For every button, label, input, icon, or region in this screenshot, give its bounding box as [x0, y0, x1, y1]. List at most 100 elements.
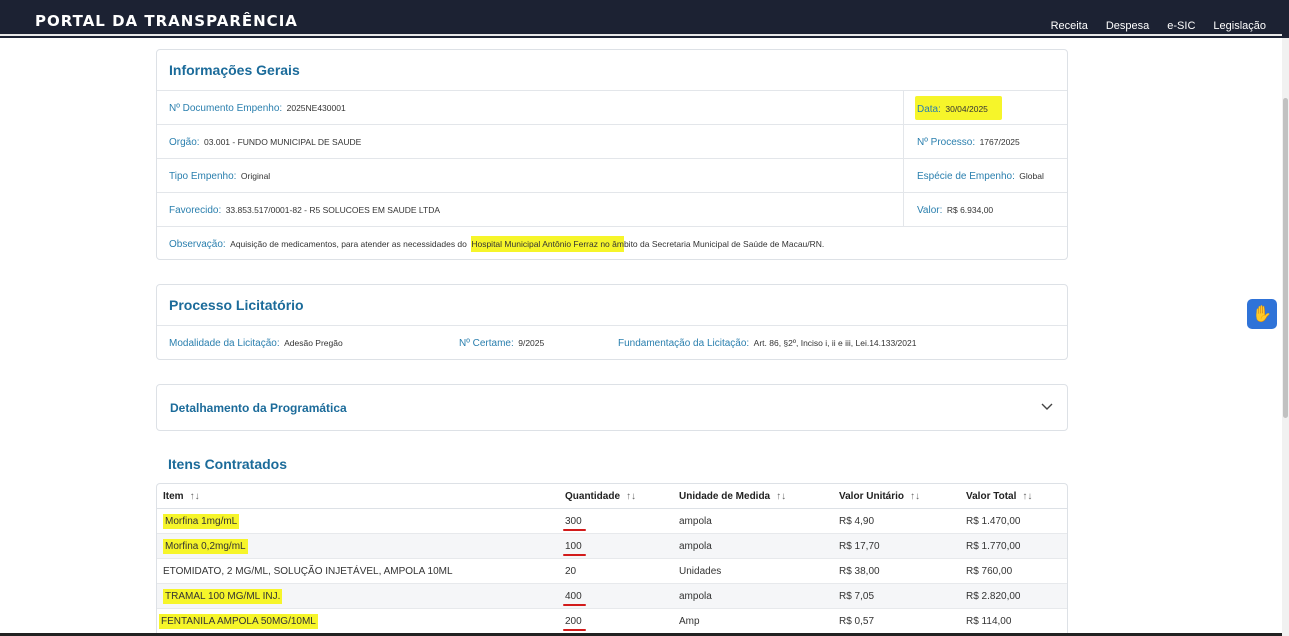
info-row-favorecido: Favorecido: 33.853.517/0001-82 - R5 SOLU… — [157, 192, 1067, 227]
divider — [903, 159, 904, 193]
item-unidade: ampola — [679, 591, 712, 602]
processo-value: 1767/2025 — [979, 137, 1020, 147]
divider — [903, 125, 904, 159]
item-quantidade: 300 — [563, 516, 586, 531]
col-quantidade-label: Quantidade — [565, 491, 621, 502]
col-item-label: Item — [163, 491, 184, 502]
item-unidade: Amp — [679, 616, 700, 627]
obs-text-highlight: Hospital Municipal Antônio Ferraz no âm — [471, 236, 624, 252]
orgao-value: 03.001 - FUNDO MUNICIPAL DE SAUDE — [204, 137, 362, 147]
sort-icon[interactable]: ↑↓ — [1022, 491, 1032, 502]
table-row: FENTANILA AMPOLA 50MG/10ML 200 Amp R$ 0,… — [157, 609, 1067, 634]
documento-value: 2025NE430001 — [286, 103, 346, 113]
scrollbar-thumb[interactable] — [1283, 98, 1288, 418]
info-row-tipo: Tipo Empenho: Original Espécie de Empenh… — [157, 158, 1067, 193]
modalidade-label: Modalidade da Licitação: — [169, 337, 280, 349]
sort-icon[interactable]: ↑↓ — [190, 491, 200, 502]
divider — [903, 193, 904, 227]
info-row-orgao: Orgão: 03.001 - FUNDO MUNICIPAL DE SAUDE… — [157, 124, 1067, 159]
table-row: Morfina 1mg/mL 300 ampola R$ 4,90 R$ 1.4… — [157, 509, 1067, 534]
fundamentacao-label: Fundamentação da Licitação: — [618, 337, 750, 349]
table-row: TRAMAL 100 MG/ML INJ. 400 ampola R$ 7,05… — [157, 584, 1067, 609]
item-name: FENTANILA AMPOLA 50MG/10ML — [159, 614, 318, 629]
tipo-label: Tipo Empenho: — [169, 170, 237, 182]
info-card: Informações Gerais Nº Documento Empenho:… — [156, 49, 1068, 260]
modalidade-value: Adesão Pregão — [284, 338, 343, 348]
item-quantidade: 400 — [563, 591, 586, 606]
item-valor-total: R$ 760,00 — [966, 566, 1013, 577]
item-unidade: ampola — [679, 516, 712, 527]
fundamentacao-value: Art. 86, §2º, Inciso i, ii e iii, Lei.14… — [753, 338, 917, 348]
brand-underline — [0, 34, 1282, 36]
info-row-observacao: Observação: Aquisição de medicamentos, p… — [157, 226, 1067, 260]
item-quantidade: 20 — [565, 566, 577, 577]
item-name: Morfina 1mg/mL — [163, 514, 240, 529]
col-unidade[interactable]: Unidade de Medida ↑↓ — [679, 484, 786, 509]
item-valor-total: R$ 114,00 — [966, 616, 1012, 627]
processo-label: Nº Processo: — [917, 136, 976, 148]
obs-text-post: bito da Secretaria Municipal de Saúde de… — [623, 239, 825, 249]
item-valor-unitario: R$ 17,70 — [839, 541, 880, 552]
portal-brand[interactable]: PORTAL DA TRANSPARÊNCIA — [35, 12, 298, 30]
processo-title: Processo Licitatório — [169, 297, 304, 313]
table-row: Morfina 0,2mg/mL 100 ampola R$ 17,70 R$ … — [157, 534, 1067, 559]
item-unidade: Unidades — [679, 566, 722, 577]
col-quantidade[interactable]: Quantidade ↑↓ — [565, 484, 636, 509]
accessibility-button[interactable]: ✋ — [1247, 299, 1277, 329]
sort-icon[interactable]: ↑↓ — [910, 491, 920, 502]
page-scrollbar[interactable] — [1282, 38, 1289, 636]
programatica-accordion[interactable]: Detalhamento da Programática — [156, 384, 1068, 431]
data-value: 30/04/2025 — [945, 104, 988, 114]
item-valor-unitario: R$ 38,00 — [839, 566, 880, 577]
especie-value: Global — [1019, 171, 1044, 181]
item-valor-unitario: R$ 4,90 — [839, 516, 875, 527]
item-quantidade: 200 — [563, 616, 586, 631]
col-valor-total[interactable]: Valor Total ↑↓ — [966, 484, 1032, 509]
nav-receita[interactable]: Receita — [1051, 20, 1088, 32]
documento-label: Nº Documento Empenho: — [169, 102, 283, 114]
valor-label: Valor: — [917, 204, 943, 216]
top-bar: PORTAL DA TRANSPARÊNCIA Receita Despesa … — [0, 0, 1289, 38]
item-name: TRAMAL 100 MG/ML INJ. — [163, 589, 283, 604]
item-valor-total: R$ 1.770,00 — [966, 541, 1021, 552]
itens-title: Itens Contratados — [168, 456, 288, 472]
obs-label: Observação: — [169, 238, 226, 250]
certame-value: 9/2025 — [518, 338, 545, 348]
certame-label: Nº Certame: — [459, 337, 514, 349]
sort-icon[interactable]: ↑↓ — [626, 491, 636, 502]
hand-sign-icon: ✋ — [1252, 306, 1272, 323]
item-name: Morfina 0,2mg/mL — [163, 539, 248, 554]
chevron-down-icon[interactable] — [1041, 402, 1053, 412]
divider — [903, 91, 904, 125]
favorecido-value: 33.853.517/0001-82 - R5 SOLUCOES EM SAUD… — [225, 205, 441, 215]
nav-despesa[interactable]: Despesa — [1106, 20, 1149, 32]
item-valor-total: R$ 1.470,00 — [966, 516, 1021, 527]
item-valor-unitario: R$ 7,05 — [839, 591, 875, 602]
col-valor-unitario-label: Valor Unitário — [839, 491, 905, 502]
programatica-title: Detalhamento da Programática — [170, 400, 347, 415]
item-quantidade: 100 — [563, 541, 586, 556]
info-row-documento: Nº Documento Empenho: 2025NE430001 Data:… — [157, 90, 1067, 125]
sort-icon[interactable]: ↑↓ — [776, 491, 786, 502]
processo-row: Modalidade da Licitação: Adesão Pregão N… — [157, 325, 1067, 359]
obs-text-pre: Aquisição de medicamentos, para atender … — [230, 239, 467, 249]
nav-legislacao[interactable]: Legislação — [1213, 20, 1266, 32]
col-valor-total-label: Valor Total — [966, 491, 1017, 502]
favorecido-label: Favorecido: — [169, 204, 222, 216]
especie-label: Espécie de Empenho: — [917, 170, 1015, 182]
processo-card: Processo Licitatório Modalidade da Licit… — [156, 284, 1068, 360]
col-item[interactable]: Item ↑↓ — [163, 484, 200, 509]
itens-table: Item ↑↓ Quantidade ↑↓ Unidade de Medida ↑↓ … — [156, 483, 1068, 634]
col-valor-unitario[interactable]: Valor Unitário ↑↓ — [839, 484, 920, 509]
table-row: ETOMIDATO, 2 MG/ML, SOLUÇÃO INJETÁVEL, A… — [157, 559, 1067, 584]
item-valor-unitario: R$ 0,57 — [839, 616, 875, 627]
orgao-label: Orgão: — [169, 136, 200, 148]
tipo-value: Original — [240, 171, 271, 181]
data-label: Data: — [917, 104, 941, 115]
info-title: Informações Gerais — [169, 62, 300, 78]
col-unidade-label: Unidade de Medida — [679, 491, 771, 502]
valor-value: R$ 6.934,00 — [946, 205, 994, 215]
nav-esic[interactable]: e-SIC — [1167, 20, 1195, 32]
table-header: Item ↑↓ Quantidade ↑↓ Unidade de Medida ↑↓ … — [157, 484, 1067, 509]
item-valor-total: R$ 2.820,00 — [966, 591, 1021, 602]
